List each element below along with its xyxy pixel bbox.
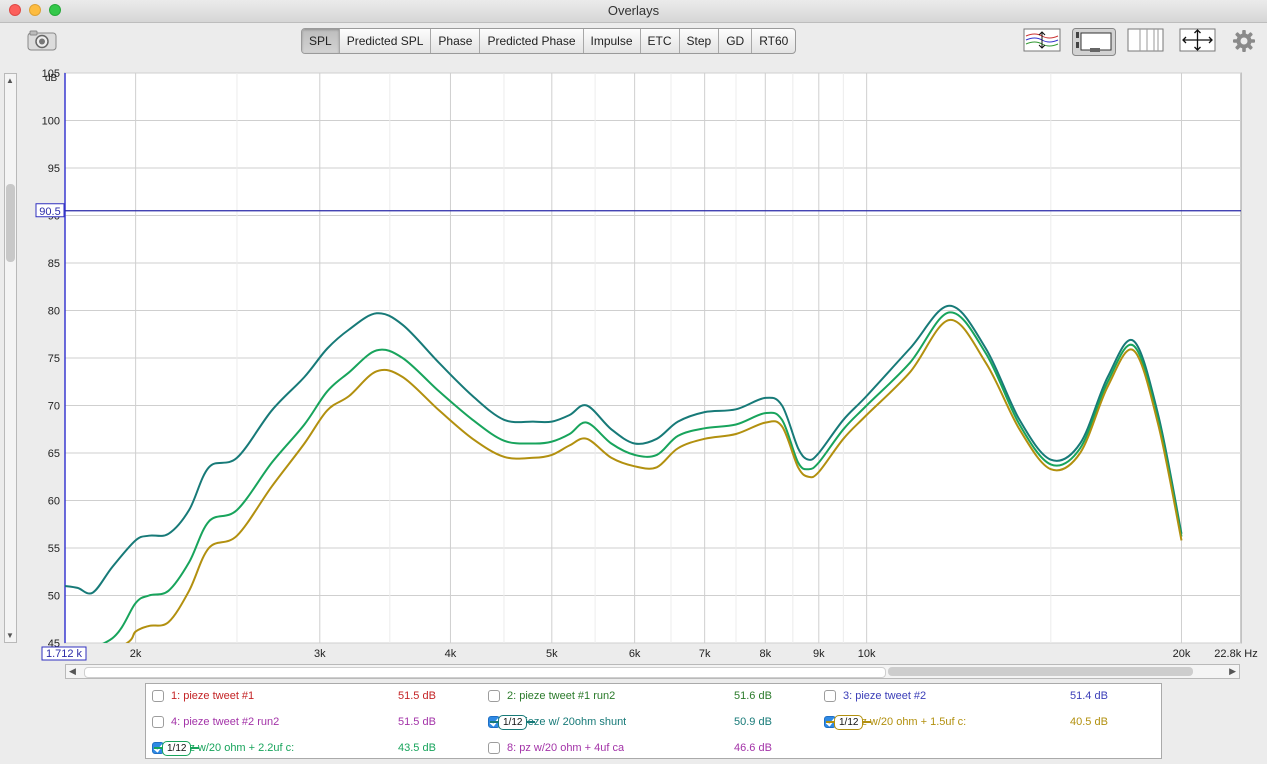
window-title: Overlays xyxy=(607,3,660,18)
legend-item[interactable]: 7: pz w/20 ohm + 2.2uf c: 1/12 xyxy=(152,739,294,757)
x-tick-label: 9k xyxy=(813,648,825,660)
y-tick-label: 100 xyxy=(42,116,60,128)
title-bar: Overlays xyxy=(0,0,1267,23)
legend-checkbox[interactable] xyxy=(152,690,164,702)
scroll-right-icon[interactable]: ▶ xyxy=(1229,666,1236,677)
tab-impulse[interactable]: Impulse xyxy=(584,29,641,53)
legend-label: 3: pieze tweet #2 xyxy=(843,690,927,702)
legend-label: 2: pieze tweet #1 run2 xyxy=(507,690,616,702)
legend-value: 51.4 dB xyxy=(1070,690,1108,702)
legend-value: 51.5 dB xyxy=(398,716,436,728)
tab-gd[interactable]: GD xyxy=(719,29,753,53)
measurement-legend: 1: pieze tweet #1 51.5 dB 2: pieze tweet #… xyxy=(145,683,1162,759)
y-axis-unit-label: dB xyxy=(45,73,58,84)
tab-rt60[interactable]: RT60 xyxy=(752,29,795,53)
y-tick-label: 80 xyxy=(48,306,60,318)
legend-label: 1: pieze tweet #1 xyxy=(171,690,255,702)
tab-step[interactable]: Step xyxy=(680,29,720,53)
legend-value: 46.6 dB xyxy=(734,742,772,754)
x-tick-label: 7k xyxy=(699,648,711,660)
horizontal-scroll-track-fill xyxy=(888,667,1193,676)
x-tick-label: 3k xyxy=(314,648,326,660)
tab-predicted-phase[interactable]: Predicted Phase xyxy=(480,29,584,53)
legend-checkbox[interactable] xyxy=(152,716,164,728)
y-tick-label: 65 xyxy=(48,448,60,460)
vertical-lines-icon[interactable] xyxy=(1127,28,1165,54)
legend-value: 40.5 dB xyxy=(1070,716,1108,728)
y-tick-label: 70 xyxy=(48,401,60,413)
smoothing-selector[interactable]: 1/12 xyxy=(490,714,536,730)
arrange-traces-icon[interactable] xyxy=(1023,28,1061,54)
legend-item[interactable]: 4: pieze tweet #2 run2 xyxy=(152,713,279,731)
legend-checkbox[interactable] xyxy=(824,690,836,702)
x-tick-label: 2k xyxy=(130,648,142,660)
legend-item[interactable]: 2: pieze tweet #1 run2 xyxy=(488,687,615,705)
smoothing-selector[interactable]: 1/12 xyxy=(154,740,200,756)
legend-item[interactable]: 6: pz w/20 ohm + 1.5uf c: 1/12 xyxy=(824,713,966,731)
graph-type-tabs: SPL Predicted SPL Phase Predicted Phase Impu… xyxy=(301,28,797,54)
x-max-label: 22.8k Hz xyxy=(1214,648,1257,660)
legend-value: 51.5 dB xyxy=(398,690,436,702)
legend-label: 4: pieze tweet #2 run2 xyxy=(171,716,280,728)
horizontal-scroll-thumb[interactable] xyxy=(84,667,886,678)
smoothing-selector[interactable]: 1/12 xyxy=(826,714,872,730)
scroll-left-icon[interactable]: ◀ xyxy=(69,666,76,677)
legend-item[interactable]: 3: pieze tweet #2 xyxy=(824,687,926,705)
y-tick-label: 50 xyxy=(48,591,60,603)
y-tick-label: 85 xyxy=(48,258,60,270)
y-tick-label: 55 xyxy=(48,543,60,555)
x-min-label: 1.712 k xyxy=(46,648,83,660)
y-tick-label: 95 xyxy=(48,163,60,175)
legend-checkbox[interactable] xyxy=(488,742,500,754)
x-tick-label: 6k xyxy=(629,648,641,660)
x-tick-label: 20k xyxy=(1173,648,1191,660)
level-cursor-label: 90.5 xyxy=(39,206,60,218)
limits-icon[interactable] xyxy=(1072,28,1116,56)
tab-predicted-spl[interactable]: Predicted SPL xyxy=(340,29,432,53)
x-tick-label: 4k xyxy=(445,648,457,660)
gear-icon[interactable] xyxy=(1232,28,1256,54)
y-tick-label: 75 xyxy=(48,353,60,365)
tab-spl[interactable]: SPL xyxy=(302,29,340,53)
x-tick-label: 10k xyxy=(858,648,876,660)
tab-phase[interactable]: Phase xyxy=(431,29,481,53)
fit-all-icon[interactable] xyxy=(1179,28,1217,54)
horizontal-scrollbar[interactable]: ◀ ▶ xyxy=(65,664,1240,679)
legend-item[interactable]: 8: pz w/20 ohm + 4uf ca xyxy=(488,739,624,757)
tab-etc[interactable]: ETC xyxy=(641,29,680,53)
y-tick-label: 60 xyxy=(48,496,60,508)
legend-checkbox[interactable] xyxy=(488,690,500,702)
legend-value: 50.9 dB xyxy=(734,716,772,728)
camera-icon[interactable] xyxy=(27,29,57,51)
legend-label: 8: pz w/20 ohm + 4uf ca xyxy=(507,742,625,754)
legend-item[interactable]: 5: pieze w/ 20ohm shunt 1/12 xyxy=(488,713,626,731)
x-tick-label: 8k xyxy=(759,648,771,660)
legend-item[interactable]: 1: pieze tweet #1 xyxy=(152,687,254,705)
x-tick-label: 5k xyxy=(546,648,558,660)
legend-value: 51.6 dB xyxy=(734,690,772,702)
spl-overlay-chart[interactable]: 45505560657075808590951001052k3k4k5k6k7k… xyxy=(0,60,1267,662)
legend-value: 43.5 dB xyxy=(398,742,436,754)
